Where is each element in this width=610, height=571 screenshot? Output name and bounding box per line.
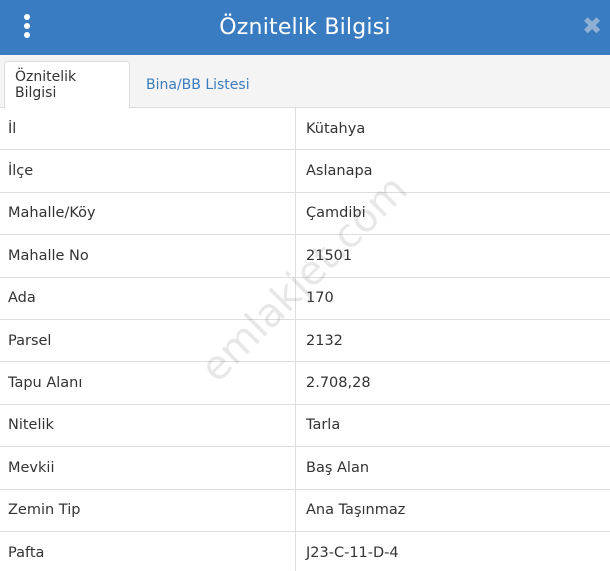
tab-bar: Öznitelik Bilgisi Bina/BB Listesi [0, 55, 610, 109]
attribute-value: 2.708,28 [306, 375, 371, 392]
attribute-value: Kütahya [306, 120, 366, 137]
attribute-key: Zemin Tip [8, 502, 81, 519]
attribute-key: Tapu Alanı [8, 375, 83, 392]
attribute-key: Mahalle No [8, 247, 89, 264]
attribute-key: Ada [8, 290, 36, 307]
close-icon[interactable]: ✖ [580, 12, 604, 40]
dialog-header: Öznitelik Bilgisi ✖ [0, 0, 610, 55]
table-row: Parsel 2132 [0, 320, 610, 363]
attribute-key: Nitelik [8, 417, 54, 434]
attribute-key: İl [8, 120, 17, 137]
attribute-value: 21501 [306, 247, 353, 264]
attribute-value: Çamdibi [306, 205, 366, 222]
dialog-title: Öznitelik Bilgisi [219, 15, 391, 40]
kebab-menu-icon[interactable] [18, 12, 36, 40]
attribute-value: Tarla [306, 417, 341, 434]
attribute-key: Mahalle/Köy [8, 205, 96, 222]
table-row: İl Kütahya [0, 108, 610, 151]
table-row: Nitelik Tarla [0, 405, 610, 448]
table-row: Mahalle/Köy Çamdibi [0, 193, 610, 236]
attribute-value: Aslanapa [306, 163, 373, 180]
table-row: Zemin Tip Ana Taşınmaz [0, 490, 610, 532]
table-row: Tapu Alanı 2.708,28 [0, 362, 610, 405]
table-row: Mevkii Baş Alan [0, 447, 610, 490]
column-divider [295, 108, 296, 571]
attribute-value: Ana Taşınmaz [306, 502, 406, 519]
table-row: Ada 170 [0, 278, 610, 320]
tab-bina-bb-listesi[interactable]: Bina/BB Listesi [136, 61, 260, 109]
attribute-value: 2132 [306, 332, 343, 349]
table-row: İlçe Aslanapa [0, 150, 610, 193]
table-row: Mahalle No 21501 [0, 235, 610, 278]
attribute-value: Baş Alan [306, 459, 370, 476]
attribute-key: Pafta [8, 544, 45, 561]
attribute-key: Parsel [8, 332, 52, 349]
tab-oznitelik-bilgisi[interactable]: Öznitelik Bilgisi [4, 61, 130, 109]
attribute-table: İl Kütahya İlçe Aslanapa Mahalle/Köy Çam… [0, 108, 610, 571]
attribute-key: Mevkii [8, 459, 55, 476]
attribute-value: 170 [306, 290, 334, 307]
attribute-key: İlçe [8, 163, 34, 180]
attribute-value: J23-C-11-D-4 [306, 544, 399, 561]
table-row: Pafta J23-C-11-D-4 [0, 532, 610, 571]
